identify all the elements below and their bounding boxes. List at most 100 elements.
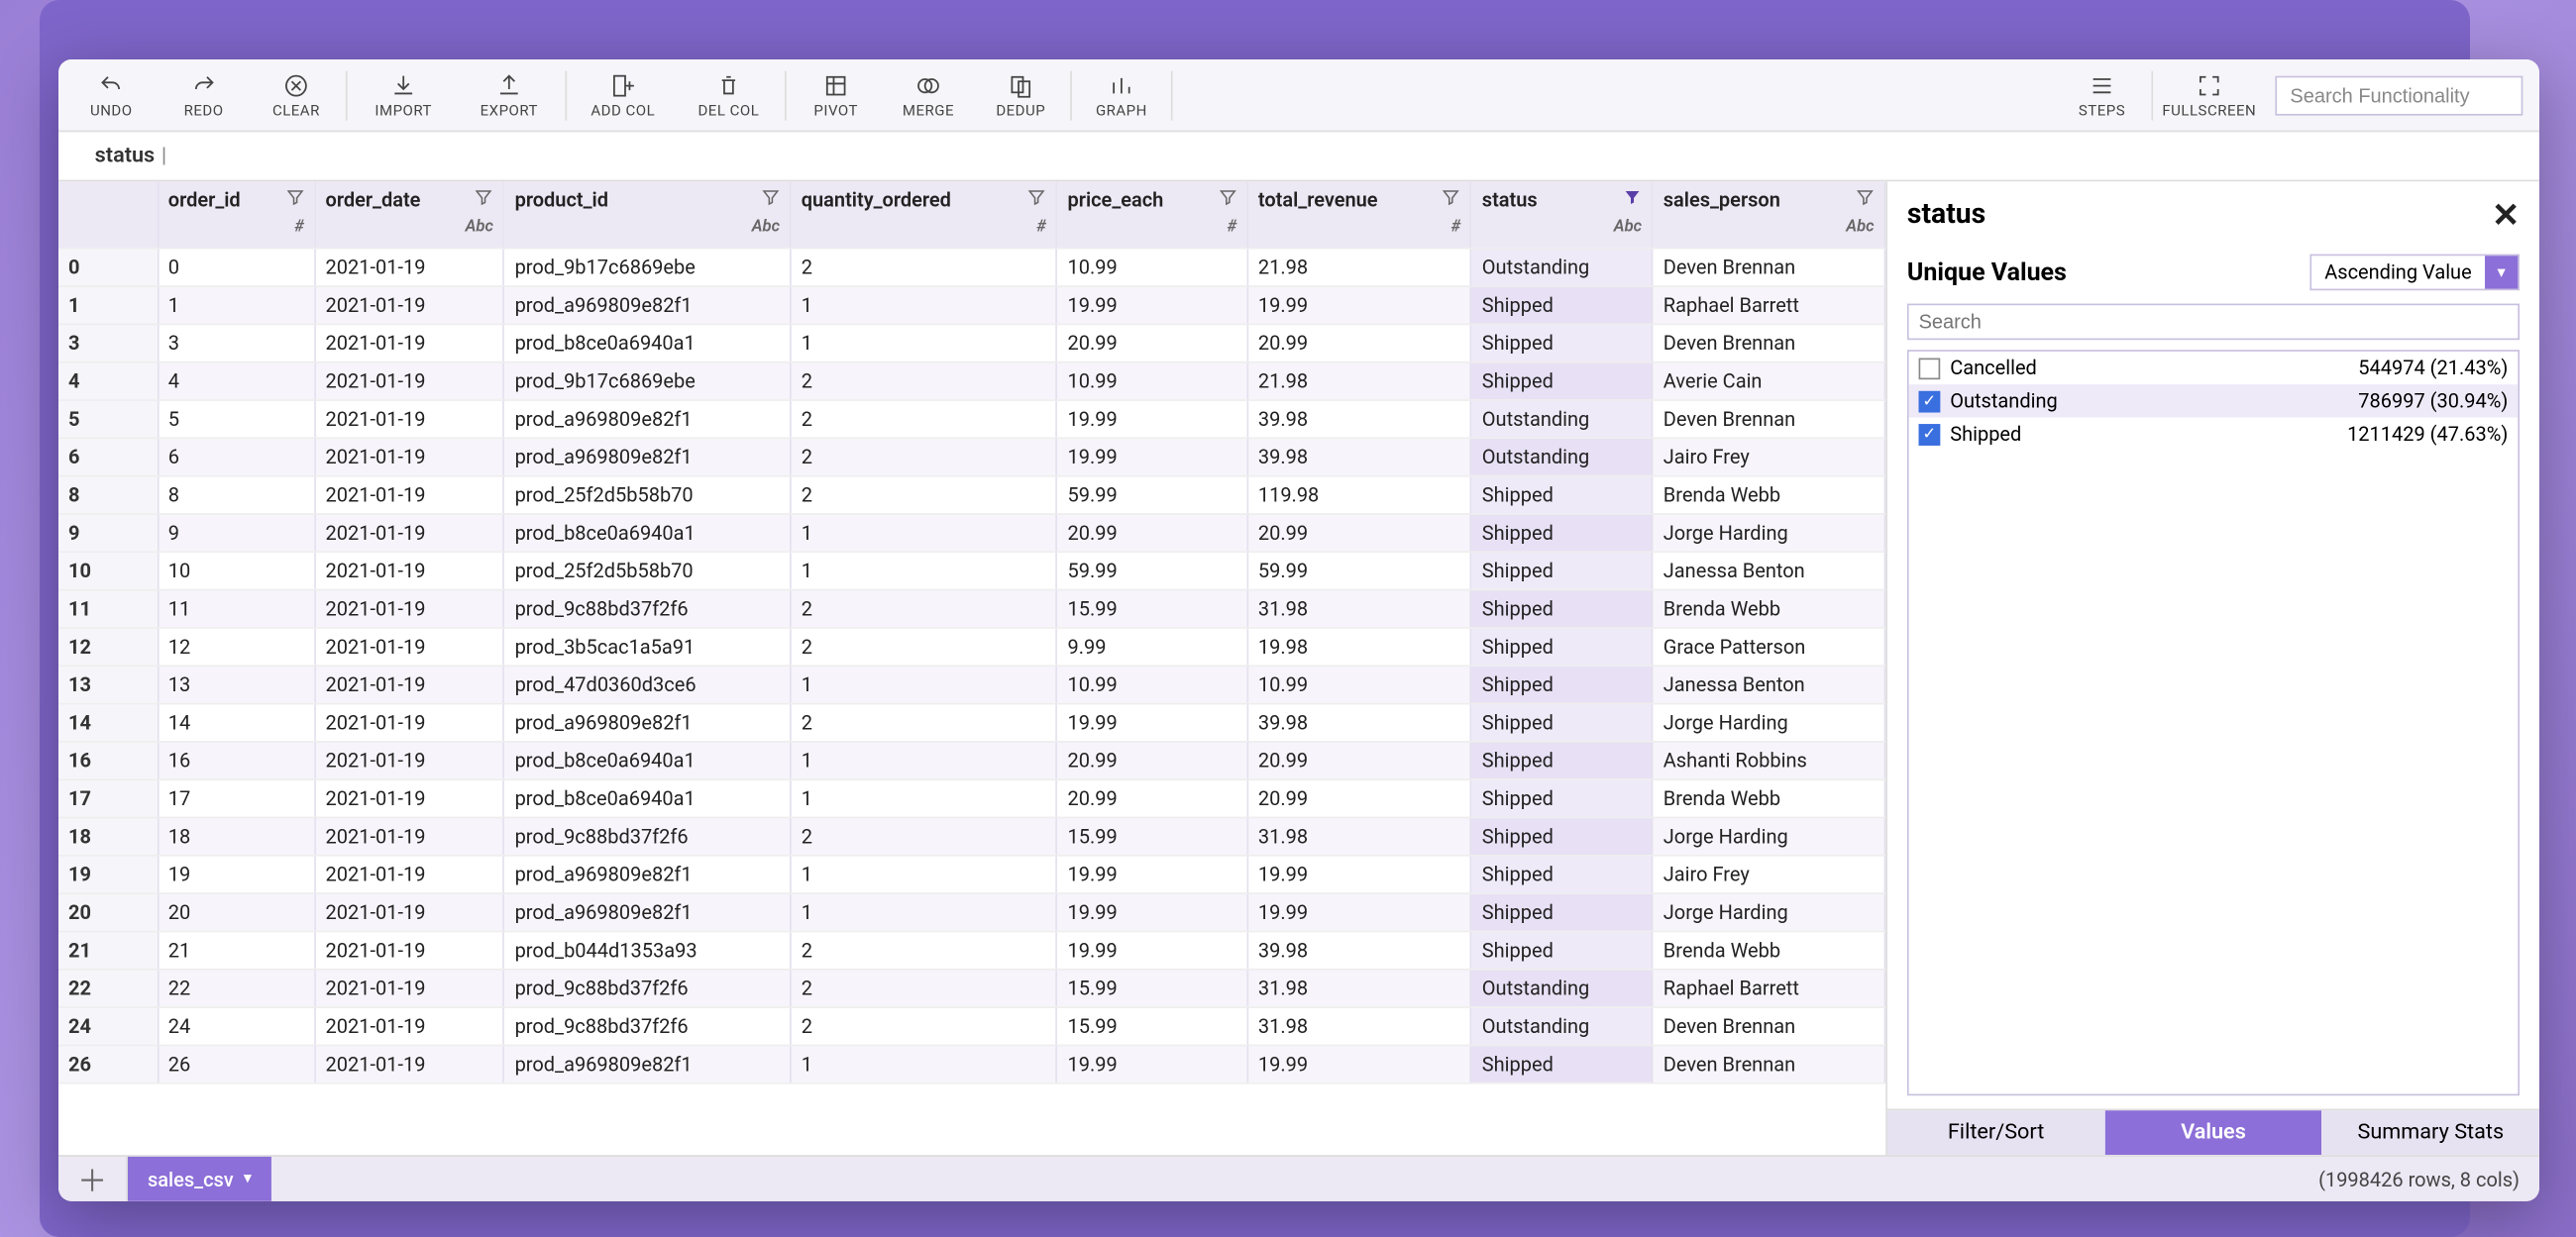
cell[interactable]: 2021-01-19 [315,475,504,513]
table-row[interactable]: 20202021-01-19prod_a969809e82f1119.9919.… [58,892,1884,930]
cell[interactable]: 2021-01-19 [315,703,504,741]
cell[interactable]: Raphael Barrett [1653,969,1884,1006]
cell[interactable]: 31.98 [1247,1006,1471,1044]
cell[interactable]: prod_a969809e82f1 [504,703,791,741]
cell[interactable]: Outstanding [1471,1006,1653,1044]
column-header-order_date[interactable]: order_dateAbc [315,181,504,248]
cell[interactable]: Brenda Webb [1653,475,1884,513]
cell[interactable]: 22 [158,969,315,1006]
row-number[interactable]: 8 [58,475,158,513]
cell[interactable]: 1 [791,324,1057,361]
cell[interactable]: 15.99 [1057,817,1247,855]
sheet-tab[interactable]: sales_csv ▾ [128,1157,271,1201]
cell[interactable]: 2021-01-19 [315,969,504,1006]
table-row[interactable]: 12122021-01-19prod_3b5cac1a5a9129.9919.9… [58,627,1884,665]
cell[interactable]: prod_b8ce0a6940a1 [504,324,791,361]
cell[interactable]: 31.98 [1247,589,1471,627]
cell[interactable]: 15.99 [1057,969,1247,1006]
cell[interactable]: Shipped [1471,551,1653,588]
table-row[interactable]: 17172021-01-19prod_b8ce0a6940a1120.9920.… [58,778,1884,816]
table-row[interactable]: 332021-01-19prod_b8ce0a6940a1120.9920.99… [58,324,1884,361]
redo-button[interactable]: REDO [158,61,250,128]
cell[interactable]: 20.99 [1057,778,1247,816]
cell[interactable]: Ashanti Robbins [1653,741,1884,778]
cell[interactable]: 2021-01-19 [315,1045,504,1082]
cell[interactable]: Shipped [1471,741,1653,778]
cell[interactable]: 10.99 [1057,361,1247,399]
cell[interactable]: prod_b044d1353a93 [504,931,791,969]
row-number[interactable]: 19 [58,855,158,892]
unique-value-row[interactable]: ✓Outstanding786997 (30.94%) [1909,384,2519,417]
table-row[interactable]: 112021-01-19prod_a969809e82f1119.9919.99… [58,285,1884,323]
cell[interactable]: 2 [791,589,1057,627]
filter-icon[interactable] [476,188,493,211]
cell[interactable]: Deven Brennan [1653,1045,1884,1082]
cell[interactable]: Janessa Benton [1653,551,1884,588]
table-row[interactable]: 18182021-01-19prod_9c88bd37f2f6215.9931.… [58,817,1884,855]
cell[interactable]: Jorge Harding [1653,892,1884,930]
cell[interactable]: 1 [791,551,1057,588]
cell[interactable]: 21 [158,931,315,969]
cell[interactable]: Shipped [1471,817,1653,855]
cell[interactable]: 19 [158,855,315,892]
cell[interactable]: 20.99 [1247,324,1471,361]
cell[interactable]: 2021-01-19 [315,855,504,892]
cell[interactable]: 4 [158,361,315,399]
cell[interactable]: Shipped [1471,778,1653,816]
cell[interactable]: 2 [791,1006,1057,1044]
cell[interactable]: 39.98 [1247,399,1471,437]
cell[interactable]: 2 [791,438,1057,475]
cell[interactable]: prod_a969809e82f1 [504,855,791,892]
cell[interactable]: 6 [158,438,315,475]
checkbox[interactable]: ✓ [1919,423,1941,445]
cell[interactable]: 20.99 [1247,741,1471,778]
cell[interactable]: 2021-01-19 [315,741,504,778]
cell[interactable]: 24 [158,1006,315,1044]
cell[interactable]: 2021-01-19 [315,1006,504,1044]
cell[interactable]: Brenda Webb [1653,778,1884,816]
cell[interactable]: 20.99 [1057,513,1247,551]
cell[interactable]: 2021-01-19 [315,817,504,855]
fullscreen-button[interactable]: FULLSCREEN [2156,61,2262,128]
row-number[interactable]: 11 [58,589,158,627]
row-number[interactable]: 14 [58,703,158,741]
filter-icon[interactable] [286,188,304,211]
table-row[interactable]: 992021-01-19prod_b8ce0a6940a1120.9920.99… [58,513,1884,551]
cell[interactable]: Brenda Webb [1653,931,1884,969]
row-number[interactable]: 26 [58,1045,158,1082]
cell-editor[interactable]: status | [58,132,2539,181]
cell[interactable]: 2 [791,817,1057,855]
search-input[interactable] [2275,75,2522,115]
cell[interactable]: 2021-01-19 [315,551,504,588]
cell[interactable]: 59.99 [1057,551,1247,588]
cell[interactable]: Deven Brennan [1653,1006,1884,1044]
cell[interactable]: Averie Cain [1653,361,1884,399]
cell[interactable]: prod_a969809e82f1 [504,438,791,475]
tab-filter-sort[interactable]: Filter/Sort [1887,1110,2104,1155]
cell[interactable]: 20.99 [1057,324,1247,361]
cell[interactable]: 2021-01-19 [315,361,504,399]
cell[interactable]: 18 [158,817,315,855]
cell[interactable]: prod_25f2d5b58b70 [504,475,791,513]
cell[interactable]: Janessa Benton [1653,665,1884,702]
filter-icon[interactable] [1028,188,1046,211]
unique-value-row[interactable]: Cancelled544974 (21.43%) [1909,352,2519,384]
cell[interactable]: 2021-01-19 [315,248,504,285]
cell[interactable]: 31.98 [1247,817,1471,855]
cell[interactable]: 21.98 [1247,361,1471,399]
cell[interactable]: Outstanding [1471,248,1653,285]
row-number[interactable]: 17 [58,778,158,816]
cell[interactable]: prod_47d0360d3ce6 [504,665,791,702]
cell[interactable]: prod_9b17c6869ebe [504,248,791,285]
cell[interactable]: 119.98 [1247,475,1471,513]
row-number[interactable]: 13 [58,665,158,702]
cell[interactable]: 2 [791,969,1057,1006]
cell[interactable]: Outstanding [1471,399,1653,437]
cell[interactable]: 1 [791,513,1057,551]
cell[interactable]: 12 [158,627,315,665]
cell[interactable]: 2021-01-19 [315,627,504,665]
cell[interactable]: 19.99 [1057,1045,1247,1082]
undo-button[interactable]: UNDO [65,61,158,128]
table-row[interactable]: 14142021-01-19prod_a969809e82f1219.9939.… [58,703,1884,741]
checkbox[interactable]: ✓ [1919,390,1941,412]
